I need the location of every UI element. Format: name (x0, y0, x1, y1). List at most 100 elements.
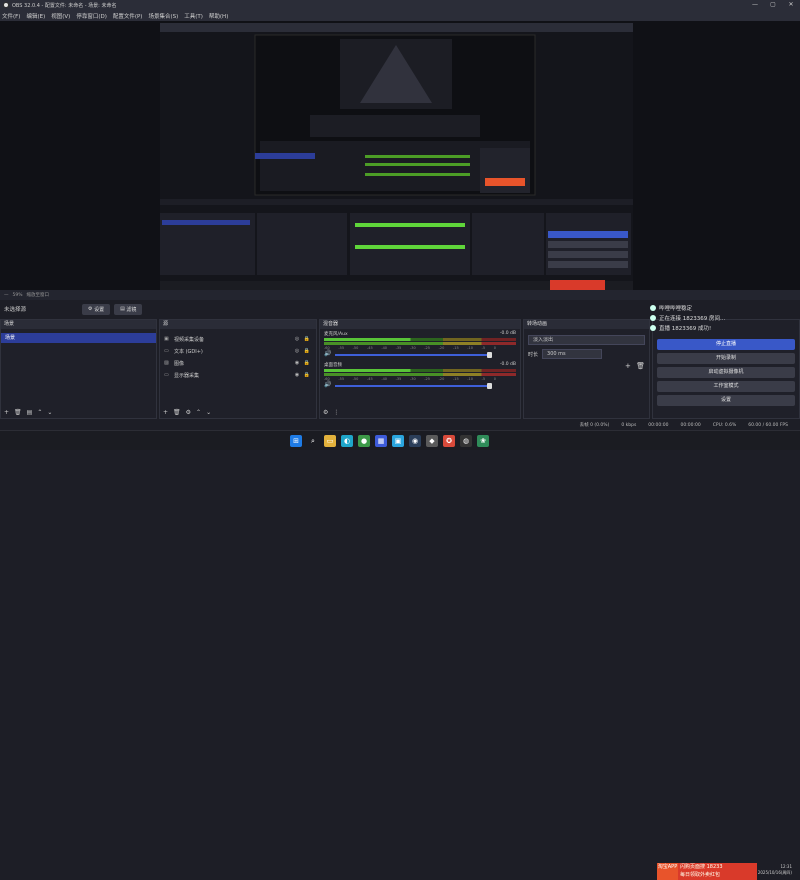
menu-scene-collection[interactable]: 场景集合(S) (148, 12, 178, 20)
scene-item[interactable]: 场景 (1, 333, 156, 343)
settings-button[interactable]: 设置 (657, 395, 795, 406)
remove-transition-icon[interactable]: 🗑 (636, 362, 645, 370)
steam-icon[interactable]: ◉ (409, 435, 421, 447)
app-icon[interactable]: ✪ (443, 435, 455, 447)
sources-dock: 源 ▣ 视频采集设备 ◎ 🔒 ▭ 文本 (GDI+) ◎ 🔒 ▨ 图像 ◉ 🔒 … (159, 319, 317, 419)
lock-icon[interactable]: 🔒 (302, 360, 312, 366)
add-transition-icon[interactable]: + (625, 362, 631, 370)
remove-source-icon[interactable]: 🗑 (173, 409, 181, 416)
bilibili-icon (650, 325, 656, 331)
volume-meter (324, 369, 516, 372)
notification-item: 直播 1823369 成功! (650, 323, 800, 333)
file-explorer-icon[interactable]: ▭ (324, 435, 336, 447)
chrome-icon[interactable]: ● (358, 435, 370, 447)
search-icon[interactable]: ⌕ (307, 435, 319, 447)
notification-item: 正在连接 1823369 房间... (650, 313, 800, 323)
source-item[interactable]: ▭ 显示器采集 ◉ 🔒 (160, 369, 316, 381)
speaker-icon[interactable]: 🔊 (324, 350, 331, 357)
studio-mode-button[interactable]: 工作室模式 (657, 381, 795, 392)
system-clock[interactable]: 12:31 2025/10/16(周四) (758, 864, 792, 876)
visibility-hidden-icon[interactable]: ◎ (292, 348, 302, 354)
source-item[interactable]: ▣ 视频采集设备 ◎ 🔒 (160, 333, 316, 345)
obs-taskbar-icon[interactable]: ◍ (460, 435, 472, 447)
visibility-icon[interactable]: ◉ (292, 360, 302, 366)
taobao-ad[interactable]: 淘宝APP 闪购页面搜 18233 每日领取外卖红包 (657, 863, 757, 880)
source-settings-button[interactable]: ⚙ 设置 (82, 303, 111, 315)
close-button[interactable]: ✕ (782, 0, 800, 10)
preview-canvas[interactable] (160, 23, 633, 291)
store-icon[interactable]: ▦ (375, 435, 387, 447)
menu-tools[interactable]: 工具(T) (184, 12, 203, 20)
edge-icon[interactable]: ◐ (341, 435, 353, 447)
volume-slider[interactable] (335, 351, 492, 358)
scenes-dock: 场景 场景 + 🗑 ▤ ⌃ ⌄ (0, 319, 157, 419)
app-icon[interactable]: ❀ (477, 435, 489, 447)
controls-dock: 停止直播 开始录制 启动虚拟摄像机 工作室模式 设置 (652, 319, 800, 419)
duration-row: 时长 300 ms (528, 349, 645, 359)
transitions-header: 转场动画 (524, 320, 649, 329)
menu-help[interactable]: 帮助(H) (209, 12, 228, 20)
remove-scene-icon[interactable]: 🗑 (14, 409, 22, 416)
bilibili-app-icon[interactable]: ▣ (392, 435, 404, 447)
source-properties-icon[interactable]: ⚙ (186, 409, 191, 416)
source-filters-button[interactable]: ▤ 滤镜 (114, 303, 143, 315)
bilibili-icon (650, 315, 656, 321)
notification-item: 哔哩哔哩稳定 (650, 303, 800, 313)
zoom-level[interactable]: 59% (13, 293, 23, 298)
menu-file[interactable]: 文件(F) (2, 12, 20, 20)
mixer-menu-icon[interactable]: ⋮ (333, 409, 339, 416)
menu-view[interactable]: 视图(V) (51, 12, 70, 20)
mixer-settings-icon[interactable]: ⚙ (323, 409, 328, 416)
speaker-icon[interactable]: 🔊 (324, 381, 331, 388)
add-source-icon[interactable]: + (163, 409, 168, 416)
move-down-icon[interactable]: ⌄ (47, 409, 52, 416)
lock-icon[interactable]: 🔒 (302, 372, 312, 378)
app-icon[interactable]: ◆ (426, 435, 438, 447)
scale-mode[interactable]: 缩放至窗口 (27, 292, 50, 298)
mixer-header: 混音器 (320, 320, 520, 329)
windows-taskbar: ⊞ ⌕ ▭ ◐ ● ▦ ▣ ◉ ◆ ✪ ◍ ❀ 淘宝APP 闪购页面搜 1823… (0, 430, 800, 880)
duration-label: 时长 (528, 351, 539, 358)
menu-profile[interactable]: 配置文件(P) (113, 12, 143, 20)
volume-meter (324, 373, 516, 376)
visibility-hidden-icon[interactable]: ◎ (292, 336, 302, 342)
move-up-icon[interactable]: ⌃ (196, 409, 201, 416)
stream-time: 00:00:00 (648, 422, 669, 428)
stream-notifications: 哔哩哔哩稳定 正在连接 1823369 房间... 直播 1823369 成功! (650, 303, 800, 333)
mixer-channel-mic: 麦克风/Aux -0.0 dB -60 -55 -50 -45 -40 -35 -30 -25-… (320, 329, 520, 358)
cpu-usage: CPU: 0.6% (712, 422, 737, 428)
maximize-button[interactable]: ▢ (764, 0, 782, 10)
source-item[interactable]: ▭ 文本 (GDI+) ◎ 🔒 (160, 345, 316, 357)
menu-bar: 文件(F) 编辑(E) 视图(V) 停靠窗口(D) 配置文件(P) 场景集合(S… (0, 10, 800, 21)
windows-start-icon[interactable]: ⊞ (290, 435, 302, 447)
transition-select[interactable]: 淡入淡出 (528, 335, 645, 345)
start-recording-button[interactable]: 开始录制 (657, 353, 795, 364)
status-bar: 丢帧 0 (0.0%) 0 kbps 00:00:00 00:00:00 CPU… (0, 420, 800, 430)
minimize-button[interactable]: — (746, 0, 764, 10)
stop-streaming-button[interactable]: 停止直播 (657, 339, 795, 350)
add-scene-icon[interactable]: + (4, 409, 9, 416)
image-icon: ▨ (164, 360, 169, 366)
move-down-icon[interactable]: ⌄ (206, 409, 211, 416)
scene-filter-icon[interactable]: ▤ (27, 409, 33, 416)
start-virtual-camera-button[interactable]: 启动虚拟摄像机 (657, 367, 795, 378)
taobao-logo: 淘宝APP (657, 863, 678, 880)
lock-icon[interactable]: 🔒 (302, 336, 312, 342)
channel-db: -0.0 dB (499, 362, 516, 367)
visibility-icon[interactable]: ◉ (292, 372, 302, 378)
scenes-header: 场景 (1, 320, 156, 329)
menu-docks[interactable]: 停靠窗口(D) (76, 12, 107, 20)
title-bar: OBS 32.0.4 - 配置文件: 未命名 - 场景: 未命名 — ▢ ✕ (0, 0, 800, 10)
volume-slider[interactable] (335, 382, 492, 389)
move-up-icon[interactable]: ⌃ (37, 409, 42, 416)
source-item[interactable]: ▨ 图像 ◉ 🔒 (160, 357, 316, 369)
lock-icon[interactable]: 🔒 (302, 348, 312, 354)
obs-logo-icon (3, 2, 9, 8)
channel-db: -0.0 dB (499, 331, 516, 336)
no-source-label: 未选择源 (4, 307, 27, 313)
mixer-dock: 混音器 麦克风/Aux -0.0 dB -60 -55 -50 -45 -40 -35 -30… (319, 319, 521, 419)
duration-input[interactable]: 300 ms (542, 349, 603, 359)
menu-edit[interactable]: 编辑(E) (26, 12, 45, 20)
preview-toggle[interactable]: — (4, 293, 9, 298)
dropped-frames: 丢帧 0 (0.0%) (579, 423, 610, 428)
